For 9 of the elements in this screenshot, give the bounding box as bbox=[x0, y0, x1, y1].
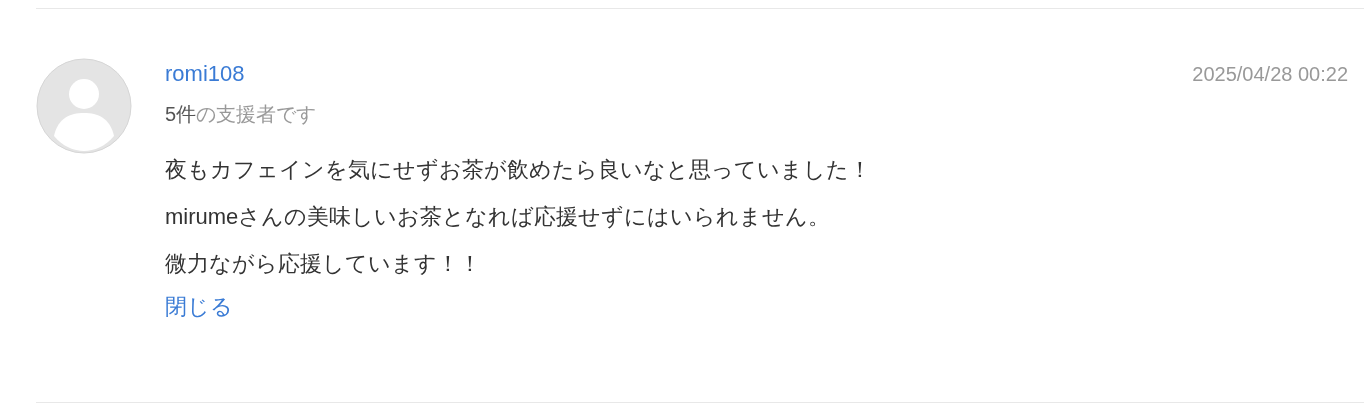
avatar-icon bbox=[36, 58, 132, 154]
comment-date: 2025/04/28 00:22 bbox=[1192, 62, 1348, 87]
support-count: 5件 bbox=[165, 103, 197, 125]
comment-text: 微力ながら応援しています！！ bbox=[165, 250, 482, 278]
close-link[interactable]: 閉じる bbox=[165, 287, 233, 327]
author-link[interactable]: romi108 bbox=[165, 58, 245, 90]
comment-text: 夜もカフェインを気にせずお茶が飲めたら良いなと思っていました！ bbox=[165, 156, 872, 184]
comment-text: mirumeさんの美味しいお茶となれば応援せずにはいられません。 bbox=[165, 203, 832, 231]
supporter-label: の支援者です bbox=[196, 103, 317, 125]
